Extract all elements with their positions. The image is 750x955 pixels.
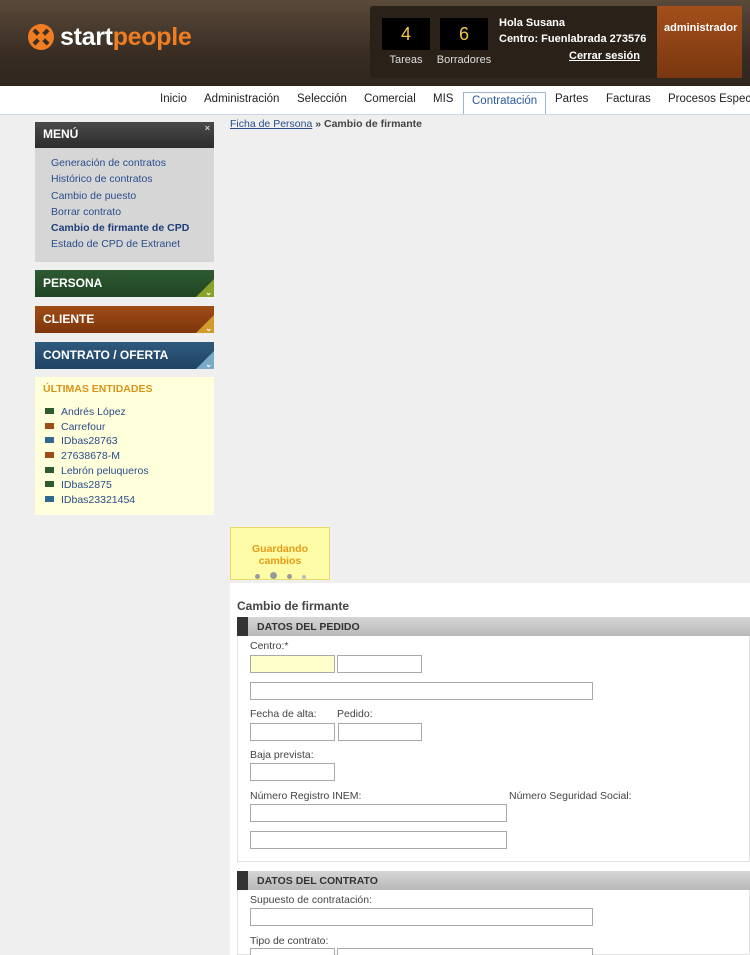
nav-procesos[interactable]: Procesos Espec bbox=[668, 93, 750, 115]
inem-input[interactable] bbox=[250, 804, 507, 822]
pedido-input[interactable] bbox=[338, 723, 422, 741]
nav-administracion[interactable]: Administración bbox=[204, 93, 279, 115]
supuesto-label: Supuesto de contratación: bbox=[250, 894, 373, 906]
section-datos-pedido-label: DATOS DEL PEDIDO bbox=[257, 621, 360, 633]
tipo-contrato-name-input[interactable] bbox=[337, 948, 593, 955]
entity-label: Carrefour bbox=[61, 420, 106, 433]
tipo-contrato-label: Tipo de contrato: bbox=[250, 935, 329, 947]
menu-links: Generación de contratos Histórico de con… bbox=[35, 148, 214, 262]
borradores-label[interactable]: Borradores bbox=[434, 54, 494, 66]
tareas-label[interactable]: Tareas bbox=[376, 54, 436, 66]
entity-label: 27638678-M bbox=[61, 450, 120, 463]
entity-label: IDbas2875 bbox=[61, 479, 112, 492]
centro-code-input[interactable] bbox=[250, 655, 335, 673]
app-header: startpeople 4 Tareas 6 Borradores Hola S… bbox=[0, 0, 750, 86]
menu-link-cambio-puesto[interactable]: Cambio de puesto bbox=[51, 189, 214, 205]
entity-label: Lebrón peluqueros bbox=[61, 464, 149, 477]
entity-label: IDbas23321454 bbox=[61, 494, 136, 507]
main-nav: Inicio Administración Selección Comercia… bbox=[0, 86, 750, 115]
close-icon[interactable]: × bbox=[205, 123, 210, 133]
centro-name-input[interactable] bbox=[250, 682, 593, 700]
breadcrumb-link[interactable]: Ficha de Persona bbox=[230, 118, 312, 130]
form-panel: Cambio de firmante DATOS DEL PEDIDO Cent… bbox=[230, 583, 750, 955]
tipo-contrato-code-input[interactable] bbox=[250, 948, 335, 955]
entity-type-icon bbox=[45, 481, 54, 488]
logout-link[interactable]: Cerrar sesión bbox=[569, 50, 640, 62]
entity-item[interactable]: Carrefour bbox=[43, 420, 206, 435]
nav-inicio[interactable]: Inicio bbox=[160, 93, 187, 115]
ultimas-title: ÚLTIMAS ENTIDADES bbox=[43, 383, 153, 395]
centro-extra-input[interactable] bbox=[337, 655, 422, 673]
entity-item[interactable]: Lebrón peluqueros bbox=[43, 464, 206, 479]
supuesto-input[interactable] bbox=[250, 908, 593, 926]
menu-link-cambio-firmante[interactable]: Cambio de firmante de CPD bbox=[51, 221, 214, 237]
entity-list: Andrés López Carrefour IDbas28763 27638678-… bbox=[43, 405, 206, 508]
menu-link-historico[interactable]: Histórico de contratos bbox=[51, 172, 214, 188]
section-cliente-label: CLIENTE bbox=[43, 312, 95, 326]
centro-label: Centro:* bbox=[250, 640, 289, 652]
section-persona[interactable]: PERSONA ⌄ bbox=[35, 270, 214, 297]
logo-text-start: start bbox=[60, 22, 113, 51]
nss-label: Número Seguridad Social: bbox=[509, 790, 632, 802]
entity-type-icon bbox=[45, 437, 54, 444]
menu-link-generacion[interactable]: Generación de contratos bbox=[51, 156, 214, 172]
entity-item[interactable]: 27638678-M bbox=[43, 449, 206, 464]
logo-text-people: people bbox=[112, 22, 192, 51]
menu-link-borrar[interactable]: Borrar contrato bbox=[51, 205, 214, 221]
breadcrumb-current: Cambio de firmante bbox=[324, 118, 423, 130]
user-role[interactable]: administrador bbox=[657, 6, 742, 78]
user-greeting: Hola Susana bbox=[499, 17, 566, 29]
entity-item[interactable]: IDbas28763 bbox=[43, 434, 206, 449]
loading-dots-icon bbox=[231, 571, 329, 582]
nav-contratacion[interactable]: Contratación bbox=[463, 92, 547, 114]
section-datos-contrato: DATOS DEL CONTRATO bbox=[237, 871, 750, 890]
entity-type-icon bbox=[45, 452, 54, 459]
chevron-down-icon: ⌄ bbox=[205, 324, 212, 333]
section-contrato-oferta[interactable]: CONTRATO / OFERTA ⌄ bbox=[35, 342, 214, 369]
section-datos-contrato-label: DATOS DEL CONTRATO bbox=[257, 875, 378, 887]
entity-type-icon bbox=[45, 422, 54, 429]
saving-indicator: Guardando cambios bbox=[230, 527, 330, 580]
entity-item[interactable]: Andrés López bbox=[43, 405, 206, 420]
menu-link-estado-cpd[interactable]: Estado de CPD de Extranet bbox=[51, 237, 214, 253]
nav-seleccion[interactable]: Selección bbox=[297, 93, 347, 115]
user-box: 4 Tareas 6 Borradores Hola Susana Centro… bbox=[370, 6, 742, 78]
nav-comercial[interactable]: Comercial bbox=[364, 93, 416, 115]
section-contrato-label: CONTRATO / OFERTA bbox=[43, 348, 169, 362]
inem-label: Número Registro INEM: bbox=[250, 790, 362, 802]
entity-type-icon bbox=[45, 408, 54, 414]
saving-text: Guardando cambios bbox=[251, 543, 308, 567]
menu-title: MENÚ bbox=[43, 127, 79, 141]
baja-prevista-label: Baja prevista: bbox=[250, 749, 314, 761]
entity-item[interactable]: IDbas2875 bbox=[43, 478, 206, 493]
borradores-counter[interactable]: 6 bbox=[440, 18, 488, 50]
chevron-down-icon: ⌄ bbox=[205, 288, 212, 297]
entity-type-icon bbox=[45, 466, 54, 473]
section-datos-pedido: DATOS DEL PEDIDO bbox=[237, 617, 750, 636]
nav-mis[interactable]: MIS bbox=[433, 93, 453, 115]
nav-partes[interactable]: Partes bbox=[555, 93, 588, 115]
fecha-alta-label: Fecha de alta: bbox=[250, 708, 317, 720]
pedido-label: Pedido: bbox=[337, 708, 373, 720]
breadcrumb-separator: » bbox=[312, 118, 324, 130]
tareas-counter[interactable]: 4 bbox=[382, 18, 430, 50]
menu-header: MENÚ × bbox=[35, 122, 214, 148]
user-centro: Centro: Fuenlabrada 273576 bbox=[499, 33, 647, 45]
ultimas-entidades: ÚLTIMAS ENTIDADES Andrés López Carrefour I… bbox=[35, 377, 214, 515]
chevron-down-icon: ⌄ bbox=[205, 360, 212, 369]
entity-type-icon bbox=[45, 496, 54, 503]
nav-facturas[interactable]: Facturas bbox=[606, 93, 651, 115]
breadcrumb: Ficha de Persona » Cambio de firmante bbox=[230, 118, 422, 130]
startpeople-logo[interactable]: startpeople bbox=[28, 20, 192, 54]
nss-input[interactable] bbox=[250, 831, 507, 849]
section-persona-label: PERSONA bbox=[43, 276, 103, 290]
logo-icon bbox=[28, 24, 54, 50]
form-title: Cambio de firmante bbox=[237, 599, 350, 613]
entity-label: IDbas28763 bbox=[61, 435, 118, 448]
baja-prevista-input[interactable] bbox=[250, 763, 335, 781]
fecha-alta-input[interactable] bbox=[250, 723, 335, 741]
entity-label: Andrés López bbox=[61, 406, 126, 418]
section-cliente[interactable]: CLIENTE ⌄ bbox=[35, 306, 214, 333]
entity-item[interactable]: IDbas23321454 bbox=[43, 493, 206, 508]
